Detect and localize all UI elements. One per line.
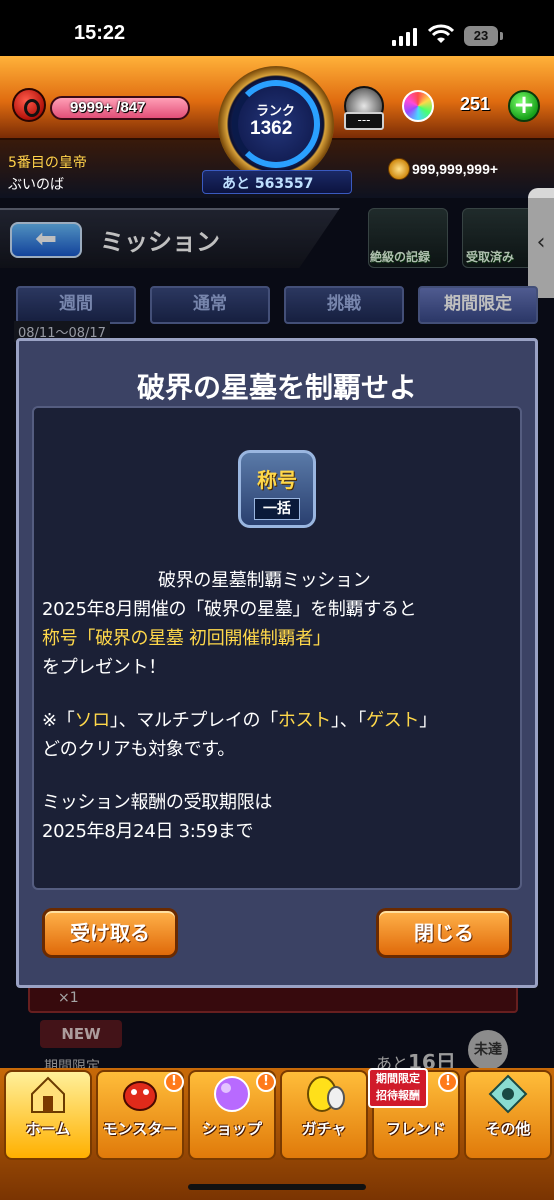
reward-title-line: 称号「破界の星墓 初回開催制覇者」: [42, 628, 331, 649]
coin-count: 999,999,999+: [412, 161, 499, 177]
player-name: ぶいのば: [8, 177, 64, 193]
note-line: ※「ソロ」、マルチプレイの「ホスト」、「ゲスト」: [42, 706, 437, 732]
mission-name-line: 破界の星墓制覇ミッション: [158, 570, 371, 591]
rank-remaining: あと 563557: [222, 176, 314, 192]
receive-button[interactable]: 受け取る: [42, 908, 178, 958]
player-title: 5番目の皇帝: [8, 155, 87, 171]
battery-cap: [500, 32, 503, 40]
nav-gacha-label: ガチャ: [301, 1120, 347, 1138]
alert-icon: !: [438, 1072, 458, 1092]
other-icon: [488, 1074, 528, 1114]
gauge-value: ---: [344, 112, 384, 130]
stamina-value: 9999+ /847: [70, 99, 146, 116]
orb-shop-icon: [214, 1076, 250, 1112]
plus-icon[interactable]: +: [508, 90, 540, 122]
note-line-2: どのクリアも対象です。: [42, 739, 235, 760]
gacha-egg-icon: [307, 1076, 345, 1112]
nav-friend-label: フレンド: [385, 1120, 446, 1138]
rank-label: ランク: [256, 104, 296, 119]
present-line: をプレゼント！: [42, 657, 166, 678]
orb-icon: [402, 90, 434, 122]
friend-limited-tag: 期間限定 招待報酬: [368, 1068, 428, 1108]
coin-icon: [388, 158, 410, 180]
note-sep: 」、「: [331, 710, 367, 731]
nav-home-label: ホーム: [25, 1120, 71, 1138]
deadline-date: 2025年8月24日 3:59まで: [42, 821, 254, 842]
note-prefix: ※「: [42, 710, 75, 731]
status-time: 15:22: [74, 22, 126, 44]
modal-title: 破界の星墓を制覇せよ: [136, 371, 417, 404]
note-guest: ゲスト: [366, 710, 420, 731]
home-icon: [31, 1076, 65, 1113]
note-solo: ソロ: [74, 710, 110, 731]
stamina-icon: [12, 88, 46, 122]
reward-badge-top: 称号: [257, 468, 297, 492]
note-end: 」: [419, 710, 437, 731]
nav-monster-label: モンスター: [102, 1120, 178, 1138]
description-line: 2025年8月開催の「破界の星墓」を制覇すると: [42, 599, 417, 620]
rank-value: 1362: [250, 118, 293, 139]
note-host: ホスト: [277, 710, 331, 731]
close-button[interactable]: 閉じる: [376, 908, 512, 958]
deadline-line: ミッション報酬の受取期限は: [42, 792, 273, 813]
battery-icon: 23: [464, 26, 498, 46]
note-multi: 」、マルチプレイの「: [109, 710, 278, 731]
orb-count: 251: [460, 94, 491, 114]
monster-icon: [123, 1081, 157, 1111]
reward-badge-bottom: 一括: [254, 498, 300, 520]
signal-icon: [392, 28, 417, 46]
alert-icon: !: [164, 1072, 184, 1092]
alert-icon: !: [256, 1072, 276, 1092]
wifi-icon: [428, 24, 454, 43]
nav-shop-label: ショップ: [201, 1120, 262, 1138]
home-indicator: [188, 1184, 366, 1190]
nav-other-label: その他: [485, 1120, 531, 1138]
